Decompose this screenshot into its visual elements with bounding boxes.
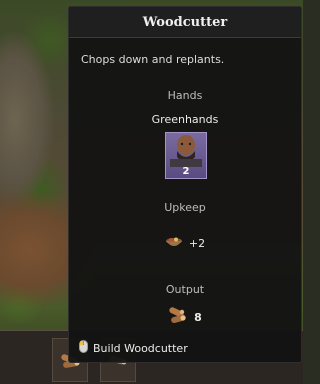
output-row: 8 — [69, 307, 301, 328]
tooltip-title: Woodcutter — [142, 14, 228, 30]
build-hint: Build Woodcutter — [79, 340, 188, 356]
worker-face-icon — [170, 135, 202, 169]
unit-name: Greenhands — [151, 113, 219, 126]
upkeep-value: +2 — [188, 237, 206, 250]
upkeep-row: +2 — [69, 235, 301, 252]
food-basket-icon — [165, 235, 183, 252]
greenhands-portrait: 2 — [165, 132, 207, 179]
upkeep-label: Upkeep — [164, 201, 206, 214]
build-label: Build Woodcutter — [93, 341, 188, 355]
tooltip-header: Woodcutter — [69, 7, 301, 38]
mouse-icon — [79, 340, 88, 356]
log-icon — [168, 307, 188, 328]
output-label: Output — [165, 283, 205, 296]
output-value: 8 — [194, 311, 202, 324]
building-description: Chops down and replants. — [81, 53, 225, 66]
hands-count: 2 — [182, 166, 190, 177]
building-tooltip: Woodcutter Chops down and replants. Hand… — [68, 6, 302, 363]
hands-label: Hands — [167, 89, 203, 102]
